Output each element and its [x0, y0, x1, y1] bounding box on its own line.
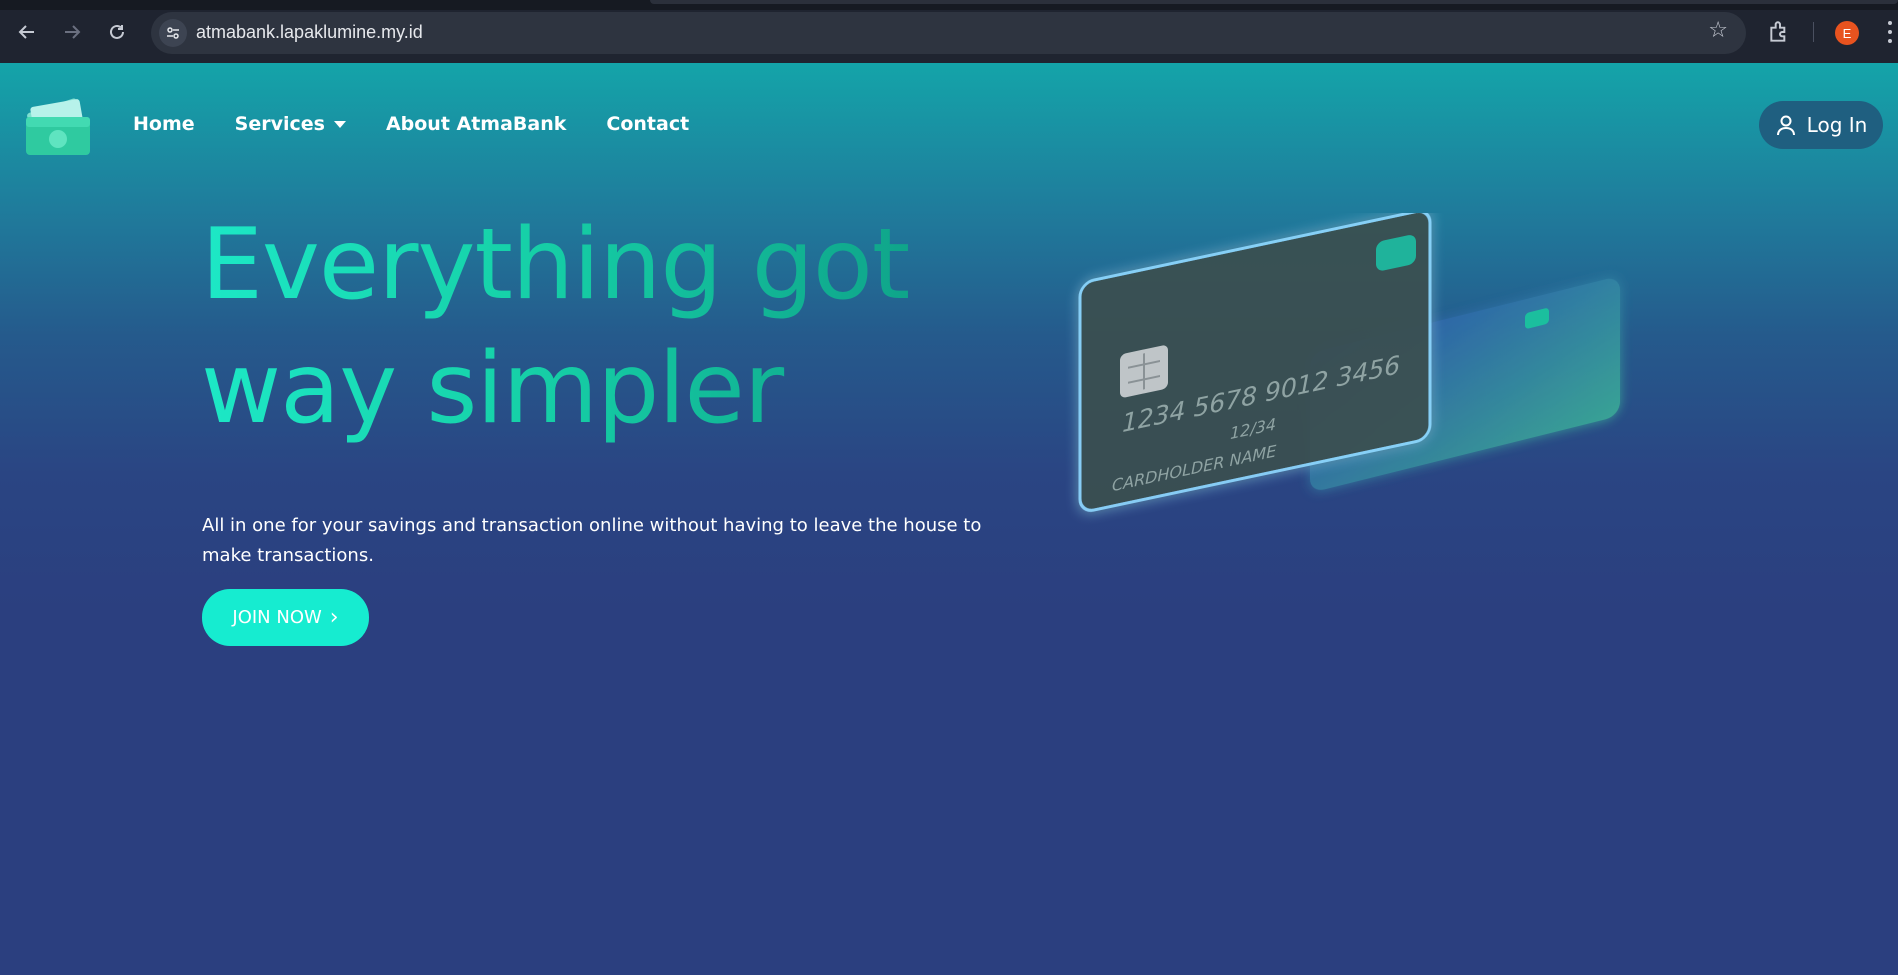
- join-now-button[interactable]: JOIN NOW ›: [202, 589, 369, 646]
- join-now-label: JOIN NOW: [232, 607, 322, 628]
- tune-icon: [167, 27, 179, 39]
- nav-links: Home Services About AtmaBank Contact: [133, 113, 729, 135]
- arrow-left-icon: [18, 25, 34, 39]
- nav-services-dropdown[interactable]: Services: [235, 113, 346, 135]
- login-button[interactable]: Log In: [1759, 101, 1883, 149]
- wallet-logo-icon[interactable]: [24, 87, 94, 157]
- toolbar-divider: [1813, 22, 1814, 42]
- hero-title: Everything got way simpler: [201, 203, 910, 451]
- tab-strip: [0, 0, 1898, 10]
- address-bar[interactable]: atmabank.lapaklumine.my.id ☆: [151, 12, 1746, 54]
- nav-about-link[interactable]: About AtmaBank: [386, 113, 566, 135]
- forward-button[interactable]: [58, 18, 86, 46]
- caret-down-icon: [333, 120, 346, 128]
- site-info-button[interactable]: [159, 19, 187, 47]
- hero-title-line2: way simpler: [201, 327, 909, 451]
- menu-icon[interactable]: [1887, 21, 1893, 43]
- back-button[interactable]: [13, 18, 41, 46]
- reload-icon: [110, 24, 124, 39]
- hero-subtitle: All in one for your savings and transact…: [202, 515, 982, 566]
- nav-services-label: Services: [234, 113, 325, 135]
- login-label: Log In: [1806, 113, 1868, 137]
- chevron-right-icon: ›: [329, 604, 339, 630]
- page: Home Services About AtmaBank Contact Log…: [0, 63, 1898, 975]
- puzzle-icon[interactable]: [1767, 19, 1793, 45]
- credit-cards-illustration: 1234 5678 9012 3456 12/34 CARDHOLDER NAM…: [1078, 213, 1620, 512]
- reload-button[interactable]: [103, 18, 131, 46]
- browser-chrome: atmabank.lapaklumine.my.id ☆ E: [0, 0, 1898, 63]
- profile-avatar[interactable]: E: [1835, 21, 1859, 45]
- hero-title-line1: Everything got: [201, 203, 910, 327]
- active-tab-edge: [650, 0, 1898, 4]
- arrow-right-icon: [65, 25, 81, 39]
- star-icon[interactable]: ☆: [1708, 20, 1728, 42]
- nav-home-link[interactable]: Home: [133, 113, 195, 135]
- nav-contact-link[interactable]: Contact: [606, 113, 689, 135]
- url-text[interactable]: atmabank.lapaklumine.my.id: [196, 22, 423, 43]
- user-icon: [1776, 115, 1795, 136]
- site-navbar: Home Services About AtmaBank Contact Log…: [0, 63, 1898, 183]
